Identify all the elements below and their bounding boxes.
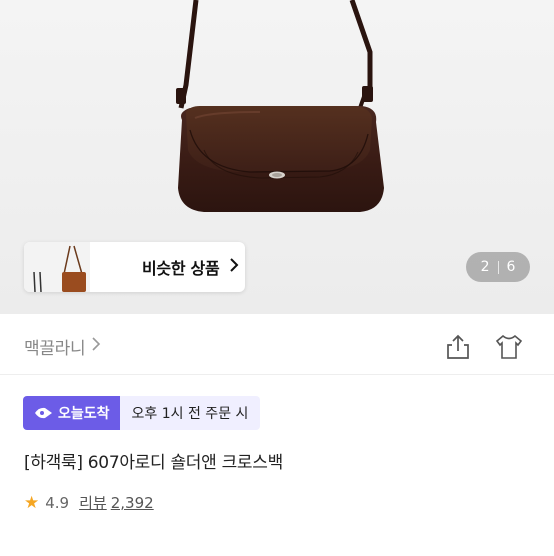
delivery-badge: 오늘도착 오후 1시 전 주문 시 (23, 396, 261, 430)
review-link-label[interactable]: 리뷰 (79, 492, 107, 513)
similar-products-label: 비슷한 상품 (142, 259, 220, 278)
delivery-condition: 오후 1시 전 주문 시 (119, 396, 261, 430)
chevron-right-icon (91, 336, 101, 356)
product-image-gallery[interactable]: 비슷한 상품 2 6 (0, 0, 554, 314)
rating-value: 4.9 (45, 493, 70, 512)
partial-next-row (24, 546, 530, 556)
today-delivery-badge: 오늘도착 (23, 396, 120, 430)
chevron-right-icon (229, 257, 239, 278)
brand-name-link[interactable]: 맥끌라니 (24, 334, 86, 359)
delivery-icon (35, 407, 52, 419)
similar-product-thumbnail (24, 242, 90, 292)
similar-products-button[interactable]: 비슷한 상품 (24, 242, 245, 292)
total-pages: 6 (506, 259, 516, 275)
product-title: [하객룩] 607아로디 숄더앤 크로스백 (24, 453, 283, 473)
share-icon (447, 334, 469, 359)
review-count[interactable]: 2,392 (111, 494, 154, 512)
wishlist-button[interactable] (493, 333, 525, 361)
current-page: 2 (480, 259, 490, 275)
star-icon: ★ (24, 492, 40, 513)
brand-row: 맥끌라니 (0, 318, 554, 375)
rating-row: ★ 4.9 리뷰 2,392 (24, 492, 154, 513)
thumbnail-bag-icon (24, 242, 90, 292)
wishlist-icon (495, 334, 523, 359)
gallery-page-counter: 2 6 (466, 252, 530, 282)
share-button[interactable] (444, 333, 472, 361)
counter-divider (497, 260, 499, 274)
delivery-badge-label: 오늘도착 (58, 406, 110, 422)
